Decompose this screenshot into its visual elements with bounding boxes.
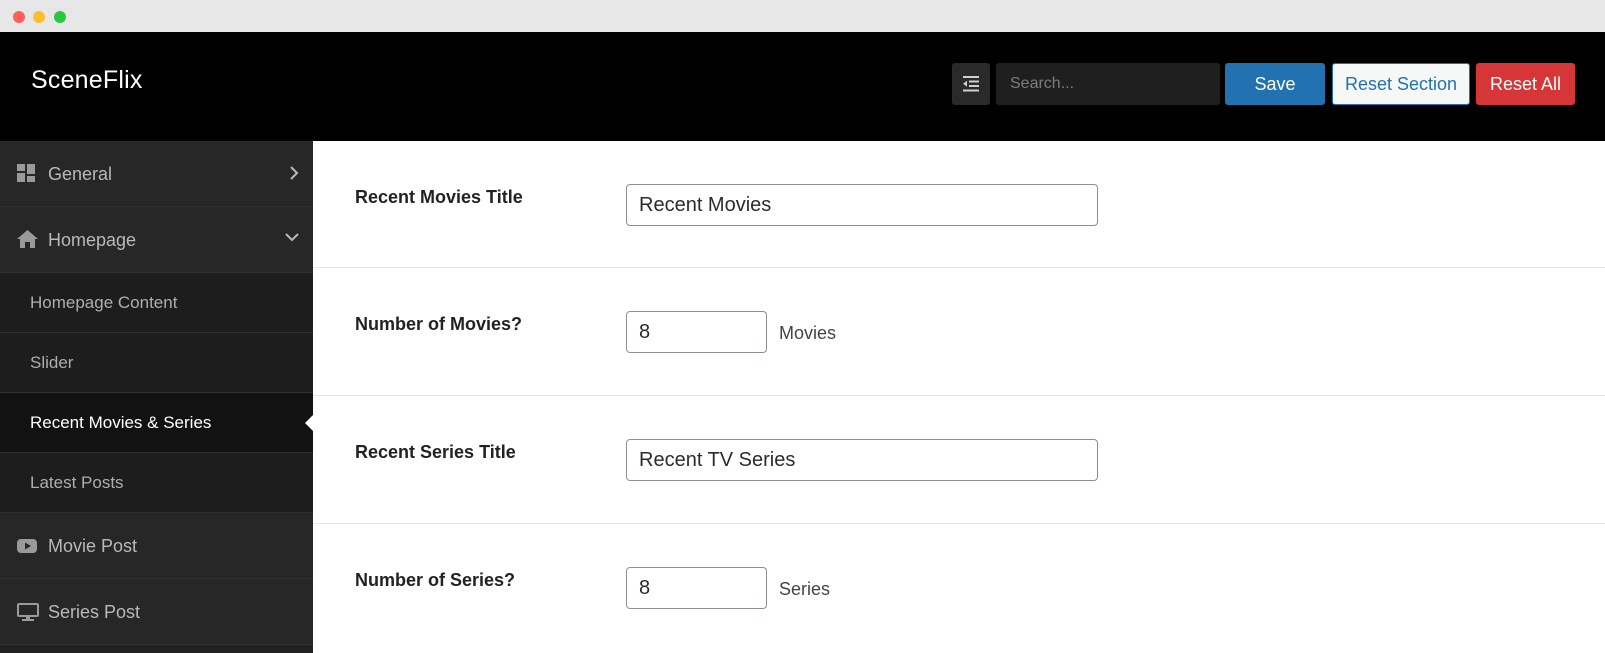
recent-movies-title-input[interactable] — [626, 184, 1098, 226]
sidebar-item-movie-post[interactable]: Movie Post — [0, 513, 313, 579]
chevron-right-icon — [290, 166, 299, 180]
field-row-recent-series-title: Recent Series Title — [313, 396, 1605, 524]
menu-indent-icon — [963, 76, 979, 92]
window-titlebar — [0, 0, 1605, 32]
grid-icon — [17, 164, 35, 182]
field-row-number-of-movies: Number of Movies? Movies — [313, 268, 1605, 396]
maximize-window-button[interactable] — [54, 11, 66, 23]
chevron-down-icon — [285, 233, 299, 242]
recent-series-title-input[interactable] — [626, 439, 1098, 481]
sidebar-item-homepage[interactable]: Homepage — [0, 207, 313, 273]
sidebar-item-label: Homepage — [48, 230, 137, 250]
sidebar-item-label: Latest Posts — [30, 473, 124, 492]
field-label: Recent Movies Title — [355, 187, 523, 207]
minimize-window-button[interactable] — [33, 11, 45, 23]
monitor-icon — [17, 603, 39, 621]
youtube-icon — [17, 539, 37, 553]
sidebar-item-general[interactable]: General — [0, 141, 313, 207]
header-bar: SceneFlix Save Reset Section Reset All — [0, 32, 1605, 141]
settings-panel: Recent Movies Title Number of Movies? Mo… — [313, 141, 1605, 653]
save-button[interactable]: Save — [1225, 63, 1325, 105]
brand-title: SceneFlix — [31, 66, 143, 94]
field-unit: Series — [779, 579, 831, 599]
sidebar-item-label: Slider — [30, 353, 74, 372]
sidebar-item-label: Series Post — [48, 602, 141, 622]
number-of-movies-input[interactable] — [626, 311, 767, 353]
field-label: Number of Series? — [355, 570, 516, 590]
reset-section-button[interactable]: Reset Section — [1332, 63, 1470, 105]
close-window-button[interactable] — [13, 11, 25, 23]
sidebar-nav: General Homepage Homepage Content Slider… — [0, 141, 313, 653]
field-row-number-of-series: Number of Series? Series — [313, 524, 1605, 653]
field-row-recent-movies-title: Recent Movies Title — [313, 141, 1605, 268]
sidebar-item-series-post[interactable]: Series Post — [0, 579, 313, 645]
sidebar-item-label: Homepage Content — [30, 293, 178, 312]
search-input[interactable] — [996, 63, 1220, 105]
sidebar-item-label: General — [48, 164, 113, 184]
sidebar-subitem-latest-posts[interactable]: Latest Posts — [0, 453, 313, 513]
field-label: Number of Movies? — [355, 314, 523, 334]
home-icon — [17, 230, 38, 248]
sidebar-subitem-homepage-content[interactable]: Homepage Content — [0, 273, 313, 333]
active-indicator — [305, 415, 313, 431]
collapse-menu-button[interactable] — [952, 63, 990, 105]
sidebar-subitem-slider[interactable]: Slider — [0, 333, 313, 393]
field-label: Recent Series Title — [355, 442, 516, 462]
number-of-series-input[interactable] — [626, 567, 767, 609]
sidebar-item-label: Recent Movies & Series — [30, 413, 212, 432]
sidebar-subitem-recent-movies-series[interactable]: Recent Movies & Series — [0, 393, 313, 453]
reset-all-button[interactable]: Reset All — [1476, 63, 1575, 105]
app-window: SceneFlix Save Reset Section Reset All G… — [0, 0, 1605, 653]
field-unit: Movies — [779, 323, 837, 343]
sidebar-item-label: Movie Post — [48, 536, 138, 556]
